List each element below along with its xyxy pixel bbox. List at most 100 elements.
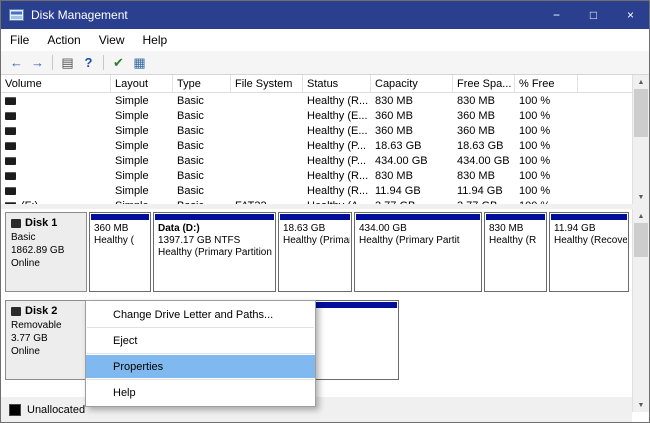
window-controls: − □ × [538, 1, 649, 29]
cell-free: 360 MB [453, 125, 515, 137]
table-row[interactable]: SimpleBasicHealthy (R...11.94 GB11.94 GB… [1, 183, 649, 198]
cell-capacity: 830 MB [371, 170, 453, 182]
disk-label[interactable]: Disk 2Removable3.77 GBOnline [5, 300, 87, 380]
table-row[interactable]: SimpleBasicHealthy (R...830 MB830 MB100 … [1, 93, 649, 108]
partition[interactable]: Data (D:)1397.17 GB NTFSHealthy (Primary… [153, 212, 276, 292]
toolbar: ←→ ▤? ✔▦ [1, 51, 649, 75]
scroll-down-icon[interactable]: ▼ [633, 190, 649, 204]
menu-item-eject[interactable]: Eject [86, 329, 315, 352]
partition-line: 360 MB [94, 223, 149, 235]
column-header-layout[interactable]: Layout [111, 75, 173, 92]
close-button[interactable]: × [612, 1, 649, 29]
disk-size: 1862.89 GB [11, 244, 81, 257]
menu-file[interactable]: File [1, 29, 38, 51]
cell-layout: Simple [111, 110, 173, 122]
cell-pct: 100 % [515, 185, 578, 197]
table-row[interactable]: SimpleBasicHealthy (E...360 MB360 MB100 … [1, 108, 649, 123]
cell-status: Healthy (E... [303, 110, 371, 122]
volume-icon [5, 172, 16, 180]
table-row[interactable]: SimpleBasicHealthy (E...360 MB360 MB100 … [1, 123, 649, 138]
legend-label: Unallocated [27, 404, 85, 416]
minimize-button[interactable]: − [538, 1, 575, 29]
cell-type: Basic [173, 110, 231, 122]
table-row[interactable]: SimpleBasicHealthy (R...830 MB830 MB100 … [1, 168, 649, 183]
disk-icon [11, 307, 21, 316]
table-row[interactable]: SimpleBasicHealthy (P...18.63 GB18.63 GB… [1, 138, 649, 153]
checklist-icon[interactable]: ✔ [108, 53, 129, 72]
disk-name: Disk 2 [11, 305, 81, 318]
menu-help[interactable]: Help [134, 29, 177, 51]
table-row[interactable]: SimpleBasicHealthy (P...434.00 GB434.00 … [1, 153, 649, 168]
cell-layout: Simple [111, 125, 173, 137]
disk-label[interactable]: Disk 1Basic1862.89 GBOnline [5, 212, 87, 292]
partition[interactable]: 830 MBHealthy (R [484, 212, 547, 292]
menu-view[interactable]: View [90, 29, 134, 51]
back-icon[interactable]: ← [6, 53, 27, 72]
column-header-capacity[interactable]: Capacity [371, 75, 453, 92]
partition-line: Healthy ( [94, 235, 149, 247]
cell-free: 360 MB [453, 110, 515, 122]
partition-line: 830 MB [489, 223, 545, 235]
scrollbar-thumb[interactable] [634, 223, 648, 257]
list-scrollbar[interactable]: ▲ ▼ [632, 75, 649, 204]
pane-scrollbar[interactable]: ▲ ▼ [632, 209, 649, 412]
partition[interactable]: 18.63 GBHealthy (Primary [278, 212, 352, 292]
partition-text: 830 MBHealthy (R [489, 223, 545, 247]
scroll-up-icon[interactable]: ▲ [633, 209, 649, 223]
column-header-free-spa[interactable]: Free Spa... [453, 75, 515, 92]
menu-item-help[interactable]: Help [86, 381, 315, 404]
partition[interactable]: 434.00 GBHealthy (Primary Partit [354, 212, 482, 292]
partition-text: 434.00 GBHealthy (Primary Partit [359, 223, 480, 247]
volume-icon [5, 187, 16, 195]
disk-icon [11, 219, 21, 228]
menu-item-properties[interactable]: Properties [86, 355, 315, 378]
column-header-status[interactable]: Status [303, 75, 371, 92]
scroll-up-icon[interactable]: ▲ [633, 75, 649, 89]
partition-line: Healthy (Primary Partit [359, 235, 480, 247]
volume-icon [5, 157, 16, 165]
titlebar[interactable]: Disk Management − □ × [1, 1, 649, 29]
volume-icon [5, 112, 16, 120]
disk-kind: Basic [11, 231, 81, 244]
cell-type: Basic [173, 140, 231, 152]
help-icon[interactable]: ? [78, 53, 99, 72]
cell-layout: Simple [111, 170, 173, 182]
forward-icon[interactable]: → [27, 53, 48, 72]
cell-status: Healthy (R... [303, 185, 371, 197]
cell-free: 18.63 GB [453, 140, 515, 152]
partition-color-bar [155, 214, 274, 220]
scroll-down-icon[interactable]: ▼ [633, 398, 649, 412]
volume-icon [5, 142, 16, 150]
volume-rows: SimpleBasicHealthy (R...830 MB830 MB100 … [1, 93, 649, 205]
volume-icon [5, 127, 16, 135]
cell-volume [1, 97, 111, 105]
cell-capacity: 360 MB [371, 125, 453, 137]
column-header-row: VolumeLayoutTypeFile SystemStatusCapacit… [1, 75, 649, 93]
cell-free: 11.94 GB [453, 185, 515, 197]
partition[interactable]: 11.94 GBHealthy (Recove [549, 212, 629, 292]
window-title: Disk Management [31, 8, 128, 22]
grid-icon[interactable]: ▦ [129, 53, 150, 72]
cell-free: 830 MB [453, 95, 515, 107]
cell-type: Basic [173, 170, 231, 182]
column-header-free[interactable]: % Free [515, 75, 578, 92]
console-window-icon[interactable]: ▤ [57, 53, 78, 72]
scrollbar-thumb[interactable] [634, 89, 648, 137]
column-header-volume[interactable]: Volume [1, 75, 111, 92]
cell-status: Healthy (P... [303, 155, 371, 167]
cell-volume [1, 127, 111, 135]
menu-separator [87, 327, 314, 328]
partition[interactable]: 360 MBHealthy ( [89, 212, 151, 292]
cell-pct: 100 % [515, 155, 578, 167]
column-header-type[interactable]: Type [173, 75, 231, 92]
disk-status: Online [11, 257, 81, 270]
partition-color-bar [91, 214, 149, 220]
toolbar-separator [52, 55, 53, 70]
column-header-file-system[interactable]: File System [231, 75, 303, 92]
menu-action[interactable]: Action [38, 29, 89, 51]
maximize-button[interactable]: □ [575, 1, 612, 29]
cell-pct: 100 % [515, 140, 578, 152]
menu-separator [87, 353, 314, 354]
menu-item-change-drive-letter-and-paths[interactable]: Change Drive Letter and Paths... [86, 303, 315, 326]
disk-block-disk-1: Disk 1Basic1862.89 GBOnline360 MBHealthy… [5, 212, 645, 292]
